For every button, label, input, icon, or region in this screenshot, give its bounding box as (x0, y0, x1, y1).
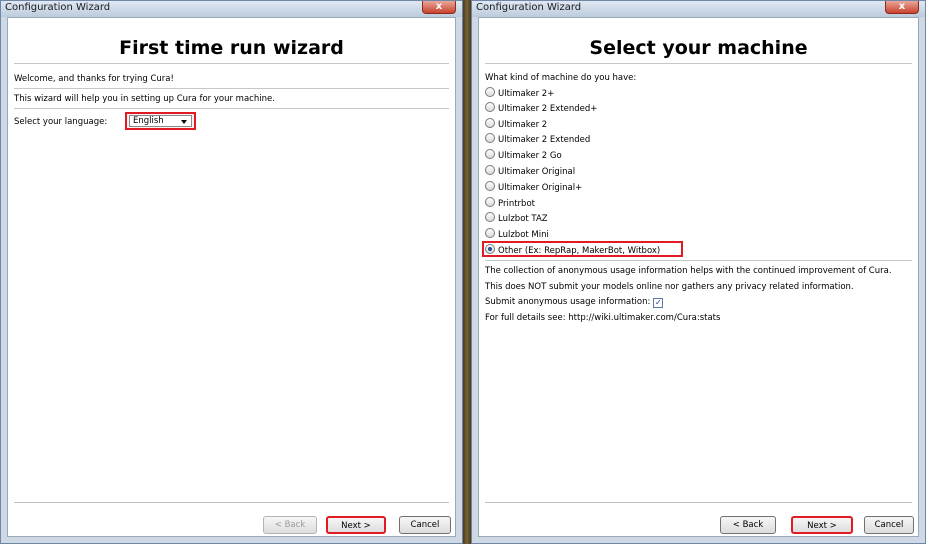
machine-radio-lulzbot-mini[interactable]: Lulzbot Mini (485, 228, 549, 242)
back-button[interactable]: < Back (263, 516, 317, 534)
welcome-text: Welcome, and thanks for trying Cura! (14, 74, 174, 84)
configuration-wizard-window-language: Configuration Wizard x First time run wi… (0, 0, 463, 544)
cancel-button[interactable]: Cancel (399, 516, 451, 534)
radio-label: Lulzbot TAZ (498, 214, 548, 224)
radio-button-icon (485, 133, 495, 143)
privacy-text: This does NOT submit your models online … (485, 282, 854, 292)
radio-label: Ultimaker Original (498, 167, 576, 177)
usage-info-text: The collection of anonymous usage inform… (485, 266, 892, 276)
machine-radio-ultimaker-original-plus[interactable]: Ultimaker Original+ (485, 181, 582, 195)
radio-label: Ultimaker 2 Extended+ (498, 104, 598, 114)
radio-label: Ultimaker 2 (498, 120, 548, 130)
radio-label: Ultimaker 2 Go (498, 151, 562, 161)
divider (14, 63, 449, 64)
checkmark-icon: ✓ (654, 298, 662, 307)
wizard-page-first-run: First time run wizard Welcome, and thank… (7, 17, 456, 537)
radio-button-icon (485, 118, 495, 128)
chevron-down-icon (181, 120, 187, 124)
page-title: First time run wizard (119, 37, 344, 59)
close-icon: x (898, 1, 906, 12)
language-select[interactable]: English (125, 112, 196, 130)
highlight-box (482, 241, 683, 257)
radio-button-icon (485, 165, 495, 175)
language-label: Select your language: (14, 117, 108, 127)
next-button[interactable]: Next > (791, 516, 853, 534)
wizard-page-select-machine: Select your machine What kind of machine… (478, 17, 919, 537)
radio-button-icon (485, 228, 495, 238)
window-title: Configuration Wizard (476, 2, 582, 13)
details-link-text: For full details see: http://wiki.ultima… (485, 313, 721, 323)
machine-radio-ultimaker-2-plus[interactable]: Ultimaker 2+ (485, 87, 554, 101)
language-select-value: English (133, 116, 164, 126)
divider (14, 502, 449, 503)
radio-button-icon (485, 197, 495, 207)
divider (485, 63, 912, 64)
radio-button-icon (485, 102, 495, 112)
close-icon: x (435, 1, 443, 12)
submit-usage-checkbox[interactable]: ✓ (653, 298, 664, 308)
machine-radio-printrbot[interactable]: Printrbot (485, 197, 535, 211)
radio-label: Ultimaker 2 Extended (498, 135, 591, 145)
machine-radio-ultimaker-2[interactable]: Ultimaker 2 (485, 118, 547, 132)
divider (485, 260, 912, 261)
machine-radio-ultimaker-2-extended[interactable]: Ultimaker 2 Extended (485, 133, 590, 147)
radio-button-icon (485, 181, 495, 191)
next-button[interactable]: Next > (326, 516, 386, 534)
machine-radio-lulzbot-taz[interactable]: Lulzbot TAZ (485, 212, 548, 226)
radio-label: Printrbot (498, 199, 535, 209)
close-button[interactable]: x (885, 1, 919, 14)
radio-button-icon (485, 87, 495, 97)
machine-radio-ultimaker-original[interactable]: Ultimaker Original (485, 165, 575, 179)
machine-radio-ultimaker-2-extended-plus[interactable]: Ultimaker 2 Extended+ (485, 102, 597, 116)
radio-label: Ultimaker 2+ (498, 89, 555, 99)
close-button[interactable]: x (422, 1, 456, 14)
back-button[interactable]: < Back (720, 516, 776, 534)
machine-question: What kind of machine do you have: (485, 73, 637, 83)
title-bar[interactable]: Configuration Wizard x (472, 1, 925, 17)
window-title: Configuration Wizard (5, 2, 111, 13)
divider (485, 502, 912, 503)
radio-button-icon (485, 149, 495, 159)
submit-usage-label: Submit anonymous usage information: (485, 297, 651, 307)
divider (14, 88, 449, 89)
submit-usage-row: Submit anonymous usage information: ✓ (485, 297, 664, 308)
page-title: Select your machine (589, 37, 808, 59)
radio-label: Lulzbot Mini (498, 230, 549, 240)
intro-text: This wizard will help you in setting up … (14, 94, 275, 104)
radio-button-icon (485, 212, 495, 222)
cancel-button[interactable]: Cancel (864, 516, 914, 534)
machine-radio-ultimaker-2-go[interactable]: Ultimaker 2 Go (485, 149, 562, 163)
divider (14, 108, 449, 109)
configuration-wizard-window-machine: Configuration Wizard x Select your machi… (471, 0, 926, 544)
title-bar[interactable]: Configuration Wizard x (1, 1, 462, 17)
radio-label: Ultimaker Original+ (498, 183, 583, 193)
